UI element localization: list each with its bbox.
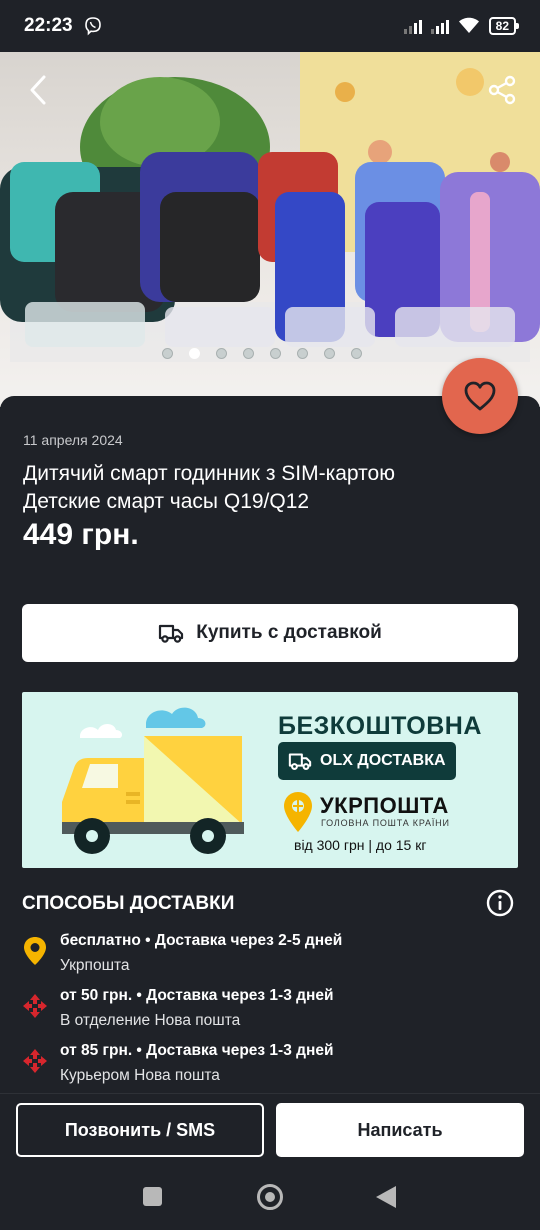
delivery-methods-title: СПОСОБЫ ДОСТАВКИ <box>22 893 235 914</box>
viber-icon <box>84 17 101 36</box>
gallery-dot[interactable] <box>324 348 335 359</box>
delivery-method-carrier: В отделение Нова пошта <box>60 1012 241 1029</box>
share-button[interactable] <box>482 70 522 110</box>
chevron-left-icon <box>30 75 46 105</box>
listing-title: Дитячий смарт годинник з SIM-картою Детс… <box>23 462 395 513</box>
home-button[interactable] <box>257 1184 283 1210</box>
delivery-method-nova-poshta-branch: от 50 грн. • Доставка через 1-3 дней В о… <box>22 987 502 1033</box>
system-navigation-bar <box>0 1165 540 1230</box>
wifi-icon <box>458 17 479 33</box>
free-delivery-banner[interactable]: БЕЗКОШТОВНА OLX ДОСТАВКА УКРПОШТА ГОЛОВН… <box>22 692 518 868</box>
delivery-truck-icon <box>288 753 312 770</box>
product-image-gallery[interactable] <box>0 52 540 407</box>
signal-icon-2 <box>430 18 449 34</box>
delivery-method-ukrposhta: бесплатно • Доставка через 2-5 дней Укрп… <box>22 932 502 978</box>
status-icons: 82 <box>403 17 520 35</box>
favorite-button[interactable] <box>442 358 518 434</box>
back-button[interactable] <box>18 70 58 110</box>
olx-delivery-label: OLX ДОСТАВКА <box>320 752 446 769</box>
gallery-dot[interactable] <box>270 348 281 359</box>
banner-headline: БЕЗКОШТОВНА <box>278 712 482 740</box>
gallery-dot[interactable] <box>243 348 254 359</box>
delivery-method-nova-poshta-courier: от 85 грн. • Доставка через 1-3 дней Кур… <box>22 1042 502 1088</box>
delivery-method-carrier: Курьером Нова пошта <box>60 1067 220 1084</box>
info-icon[interactable] <box>486 889 514 917</box>
delivery-method-price: бесплатно • Доставка через 2-5 дней <box>60 932 343 949</box>
listing-price: 449 грн. <box>23 518 139 551</box>
ukrposhta-icon <box>24 937 46 965</box>
system-back-button[interactable] <box>376 1186 396 1208</box>
ukrposhta-logo-icon <box>284 792 312 832</box>
share-icon <box>488 75 516 105</box>
write-message-button[interactable]: Написать <box>276 1103 524 1157</box>
gallery-dot[interactable] <box>297 348 308 359</box>
gallery-dot[interactable] <box>162 348 173 359</box>
contact-action-bar: Позвонить / SMS Написать <box>0 1093 540 1165</box>
ukrposhta-tagline: ГОЛОВНА ПОШТА КРАЇНИ <box>321 818 450 828</box>
delivery-method-carrier: Укрпошта <box>60 957 130 974</box>
signal-icon <box>403 18 422 34</box>
battery-icon: 82 <box>488 17 520 35</box>
delivery-method-price: от 50 грн. • Доставка через 1-3 дней <box>60 987 334 1004</box>
buy-button-label: Купить с доставкой <box>196 622 382 643</box>
truck-illustration <box>62 707 244 854</box>
status-bar: 22:23 82 <box>0 0 540 52</box>
call-sms-button[interactable]: Позвонить / SMS <box>16 1103 264 1157</box>
delivery-method-price: от 85 грн. • Доставка через 1-3 дней <box>60 1042 334 1059</box>
delivery-truck-icon <box>159 624 184 643</box>
gallery-dots <box>162 348 362 359</box>
gallery-dot[interactable] <box>216 348 227 359</box>
recent-apps-button[interactable] <box>143 1187 162 1206</box>
nova-poshta-icon <box>23 994 47 1018</box>
gallery-dot[interactable] <box>189 348 200 359</box>
screen: 22:23 82 11 апреля 2024 Дитячий смарт го… <box>0 0 540 1230</box>
nova-poshta-icon <box>23 1049 47 1073</box>
delivery-conditions: від 300 грн | до 15 кг <box>294 837 427 853</box>
status-time: 22:23 <box>24 15 73 36</box>
heart-icon <box>464 381 496 411</box>
gallery-dot[interactable] <box>351 348 362 359</box>
listing-date: 11 апреля 2024 <box>23 432 123 448</box>
olx-delivery-badge: OLX ДОСТАВКА <box>278 742 456 780</box>
buy-with-delivery-button[interactable]: Купить с доставкой <box>22 604 518 662</box>
ukrposhta-name: УКРПОШТА <box>320 793 449 818</box>
